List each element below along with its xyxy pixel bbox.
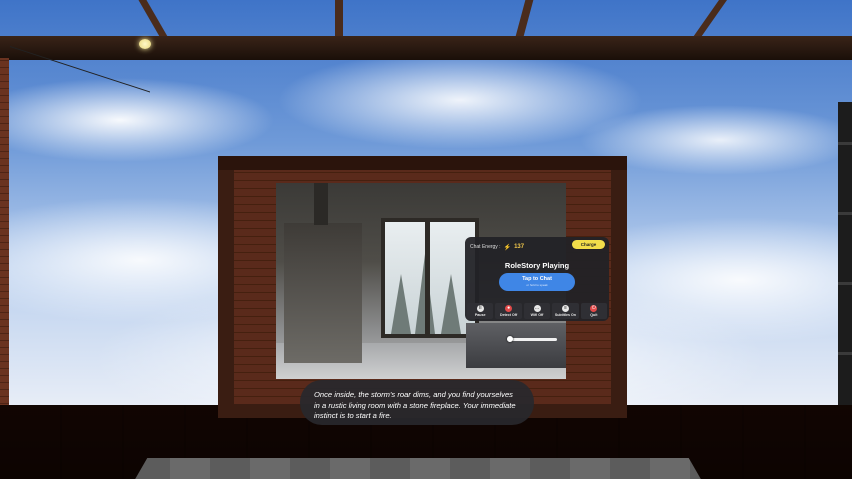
subtitle-bubble: Once inside, the storm's roar dims, and … [300, 380, 534, 425]
hanging-lamp [139, 39, 151, 49]
power-icon: ⏻ [590, 305, 598, 312]
pause-label: Pause [474, 313, 486, 317]
left-brick-wall [0, 58, 9, 410]
slider-knob[interactable] [507, 336, 513, 342]
tap-to-chat-label: Tap to Chat [522, 276, 552, 282]
mic-off-icon: ● [505, 305, 513, 312]
status-title: RoleStory Playing [504, 261, 570, 270]
ceiling-rafter [335, 0, 343, 40]
panel-toolbar: II Pause ● Detect Off … Wifi Off ≡ Subti… [467, 303, 608, 319]
right-window-frame [838, 102, 852, 422]
subtitles-on-label: Subtitles On [554, 313, 576, 317]
tap-to-chat-sublabel: or hold to speak [526, 283, 548, 287]
wifi-off-label: Wifi Off [530, 313, 544, 317]
detect-off-button[interactable]: ● Detect Off [495, 303, 522, 319]
pause-icon: II [476, 305, 484, 312]
floor-rug [130, 458, 706, 479]
quit-button[interactable]: ⏻ Quit [580, 303, 608, 319]
subtitles-icon: ≡ [561, 305, 569, 312]
chat-control-panel: Chat Energy : ⚡ 137 Charge RoleStory Pla… [465, 237, 609, 321]
pause-button[interactable]: II Pause [467, 303, 494, 319]
cabin-bed [466, 323, 566, 368]
chat-bubble-icon: … [533, 305, 541, 312]
wood-stove [284, 183, 362, 363]
vr-scene: Chat Energy : ⚡ 137 Charge RoleStory Pla… [0, 0, 852, 479]
volume-slider[interactable] [507, 336, 557, 342]
quit-label: Quit [590, 313, 598, 317]
charge-button[interactable]: Charge [572, 240, 605, 249]
tap-to-chat-button[interactable]: Tap to Chat or hold to speak [499, 273, 575, 291]
subtitle-text: Once inside, the storm's roar dims, and … [314, 390, 516, 421]
chat-energy-label: Chat Energy : [470, 244, 501, 250]
wifi-off-button[interactable]: … Wifi Off [523, 303, 551, 319]
chat-energy-value: 137 [514, 244, 525, 250]
subtitles-on-button[interactable]: ≡ Subtitles On [552, 303, 579, 319]
frame-mantel [218, 156, 627, 170]
detect-off-label: Detect Off [500, 313, 518, 317]
lightning-icon: ⚡ [503, 244, 512, 251]
chat-energy: Chat Energy : ⚡ 137 [470, 241, 524, 253]
